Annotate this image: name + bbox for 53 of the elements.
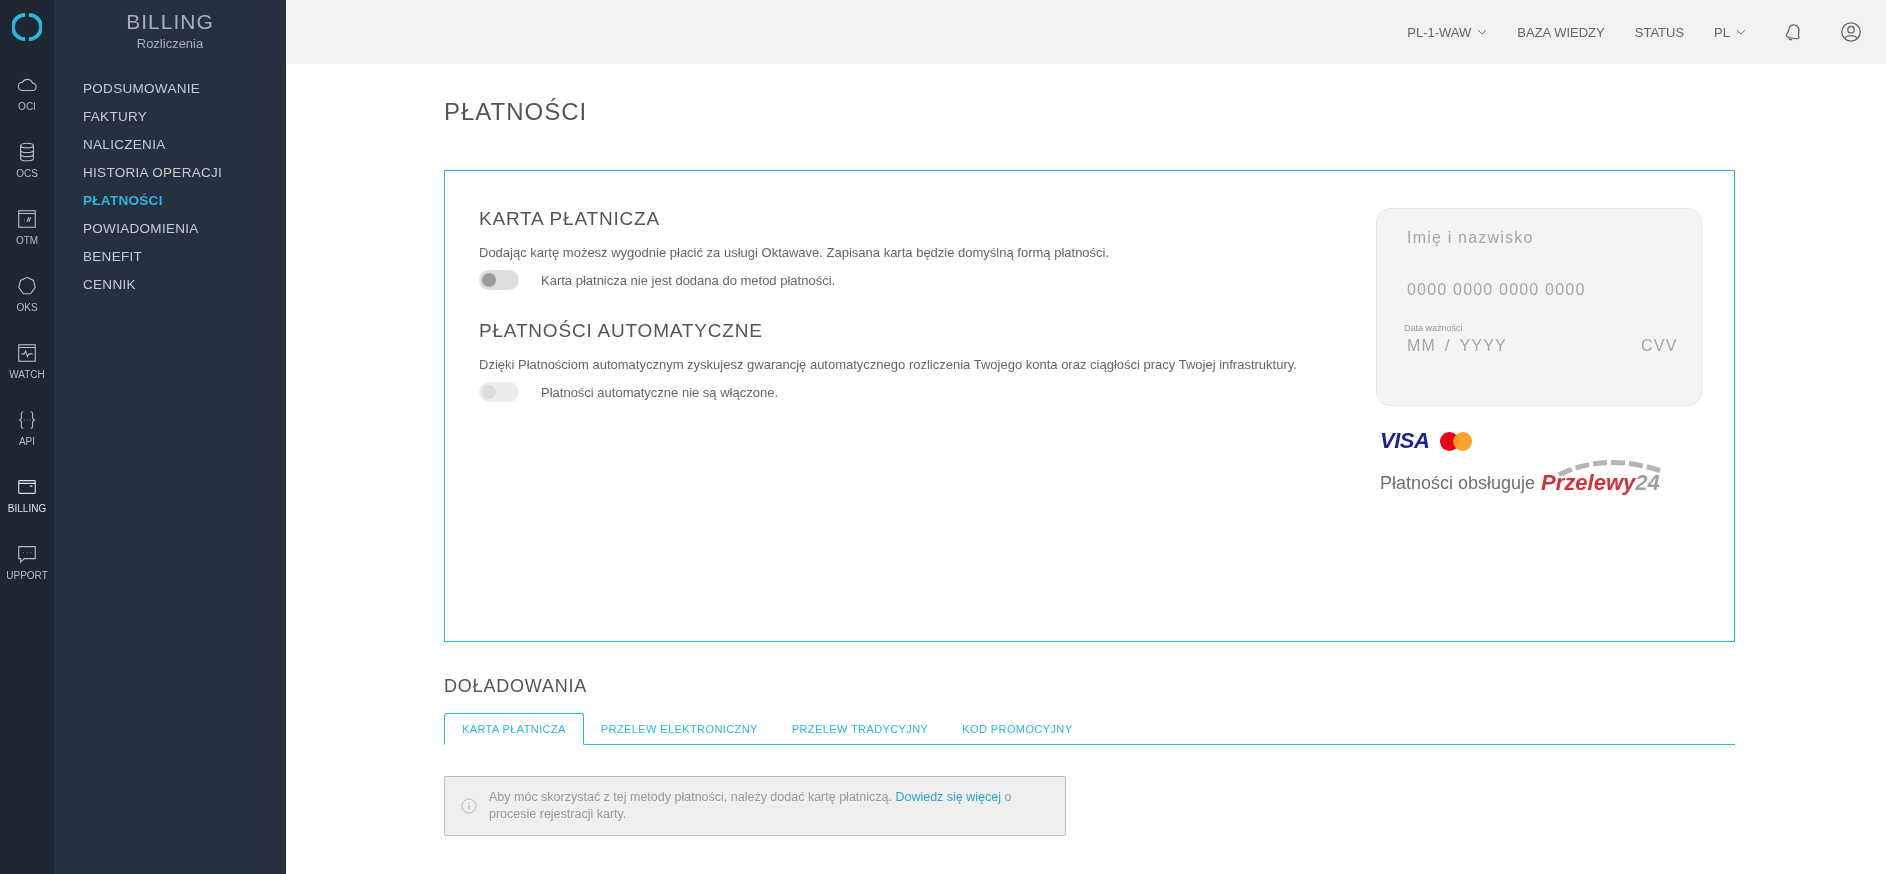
dropdown-menu[interactable]: PL-1-WAW: [1407, 24, 1488, 40]
sidebar-menu-item[interactable]: POWIADOMIENIA: [83, 221, 199, 236]
visa-logo: VISA: [1380, 428, 1430, 454]
section-description: Dzięki Płatnościom automatycznym zyskujesz gwarancję automatycznego rozliczenia Twojego konta oraz ciągłości pracy Twojej infrastruktury.: [479, 356, 1298, 374]
monitor-icon: [16, 342, 38, 364]
sidebar-menu-item[interactable]: PŁATNOŚCI: [83, 193, 163, 208]
sidebar-title: BILLING: [125, 10, 215, 34]
top-nav-link[interactable]: STATUS: [1634, 24, 1685, 40]
chat-icon: [16, 543, 38, 565]
przelewy24-logo: Przelewy24: [1541, 456, 1666, 496]
sidebar-menu-item[interactable]: PODSUMOWANIE: [83, 81, 201, 96]
section-description: Dodając kartę możesz wygodnie płacić za usługi Oktawave. Zapisana karta będzie domyślną formą płatności.: [479, 244, 1111, 262]
date-separator: /: [1445, 337, 1450, 355]
rail-nav-item[interactable]: BILLING: [0, 476, 54, 543]
braces-icon: [16, 409, 38, 431]
sidebar-menu-item[interactable]: HISTORIA OPERACJI: [83, 165, 223, 180]
sidebar-menu-item[interactable]: FAKTURY: [83, 109, 148, 124]
rail-nav-item[interactable]: OCI: [0, 74, 54, 141]
sidebar-menu-item[interactable]: BENEFIT: [83, 249, 143, 264]
sidebar-subtitle: Rozliczenia: [135, 36, 205, 51]
sidebar-menu-item[interactable]: NALICZENIA: [83, 137, 166, 152]
window-icon: [16, 208, 38, 230]
section-title: DOŁADOWANIA: [444, 676, 589, 697]
name-input[interactable]: Imię i nazwisko: [1407, 227, 1667, 249]
mastercard-icon: [1439, 430, 1474, 452]
page-title: PŁATNOŚCI: [444, 98, 589, 126]
top-nav-link[interactable]: BAZA WIEDZY: [1517, 24, 1605, 40]
section-title: KARTA PŁATNICZA: [479, 208, 661, 230]
provider-text: Płatności obsługuje: [1380, 473, 1536, 495]
heptagon-icon: [16, 275, 38, 297]
info-icon: [461, 798, 477, 814]
user-icon[interactable]: [1840, 21, 1862, 43]
rail-nav-item[interactable]: UPPORT: [0, 543, 54, 610]
notice-text: Aby móc skorzystać z tej metody płatności, należy dodać kartę płatniczą. Dowiedz się więcej o procesie rejestracji karty.: [489, 789, 1013, 823]
cvv-input[interactable]: CVV: [1641, 335, 1683, 357]
chevron-down-icon: [1477, 29, 1488, 35]
rail-nav-item[interactable]: OCS: [0, 141, 54, 208]
expiry-label: Data ważności: [1404, 323, 1464, 333]
rail-nav-item[interactable]: API: [0, 409, 54, 476]
rail-nav-item[interactable]: OKS: [0, 275, 54, 342]
toggle-switch[interactable]: [479, 270, 519, 290]
year-input[interactable]: YYYY: [1459, 335, 1520, 357]
rail-nav-item[interactable]: OTM: [0, 208, 54, 275]
toggle-label: Płatności automatyczne nie są włączone.: [541, 384, 778, 400]
toggle-label: Karta płatnicza nie jest dodana do metod płatności.: [541, 272, 836, 288]
logo-icon[interactable]: [12, 12, 42, 42]
chevron-down-icon: [1736, 29, 1746, 35]
rail-nav-item[interactable]: WATCH: [0, 342, 54, 409]
section-title: PŁATNOŚCI AUTOMATYCZNE: [479, 320, 764, 342]
dropdown-menu[interactable]: PL: [1714, 24, 1746, 40]
card-number-input[interactable]: 0000 0000 0000 0000: [1407, 279, 1667, 301]
month-input[interactable]: MM: [1407, 335, 1437, 357]
sidebar-menu-item[interactable]: CENNIK: [83, 277, 136, 292]
